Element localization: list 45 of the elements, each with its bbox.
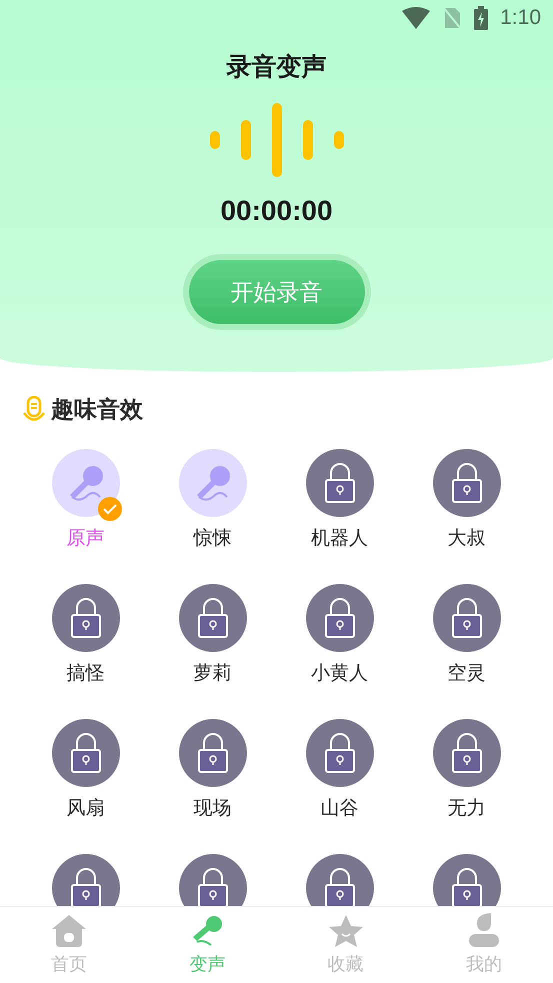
effect-label: 小黄人 <box>311 661 368 686</box>
lock-icon <box>70 597 102 639</box>
lock-icon <box>450 462 482 504</box>
wifi-icon <box>402 7 430 29</box>
lock-icon <box>324 597 356 639</box>
check-icon <box>98 497 122 521</box>
lock-icon <box>196 732 228 774</box>
voice-effect-button[interactable] <box>306 854 374 906</box>
effect-label: 风扇 <box>66 796 104 821</box>
effect-label: 萝莉 <box>194 661 232 686</box>
lock-icon <box>450 597 482 639</box>
home-icon <box>52 915 86 947</box>
effect-label: 空灵 <box>448 661 486 686</box>
effect-label: 无力 <box>448 796 486 821</box>
microphone-icon <box>191 915 224 947</box>
effect-label: 惊悚 <box>194 526 232 551</box>
effect-label: 搞怪 <box>66 661 104 686</box>
status-time: 1:10 <box>500 6 541 30</box>
lock-icon <box>324 462 356 504</box>
lock-icon <box>196 597 228 639</box>
nav-tab[interactable]: 首页 <box>0 907 138 983</box>
star-icon <box>328 915 363 947</box>
voice-effect-button[interactable] <box>432 854 500 906</box>
effect-label: 机器人 <box>311 526 368 551</box>
effect-label: 现场 <box>194 796 232 821</box>
nav-tab[interactable]: 我的 <box>414 907 553 983</box>
effect-label: 山谷 <box>320 796 358 821</box>
sound-wave-icon <box>210 103 344 177</box>
section-title: 趣味音效 <box>51 396 143 425</box>
nav-tab[interactable]: 变声 <box>138 907 276 983</box>
user-icon <box>468 913 499 947</box>
recording-timer: 00:00:00 <box>220 195 333 227</box>
nav-tab[interactable]: 收藏 <box>276 907 415 983</box>
microphone-icon <box>22 396 46 424</box>
page-title: 录音变声 <box>226 51 326 83</box>
lock-icon <box>70 732 102 774</box>
start-recording-button[interactable]: 开始录音 <box>188 260 364 324</box>
lock-icon <box>324 732 356 774</box>
effect-label: 大叔 <box>448 526 486 551</box>
battery-icon <box>474 6 488 30</box>
voice-effect-button[interactable] <box>52 854 120 906</box>
effect-label: 原声 <box>66 526 104 551</box>
lock-icon <box>450 732 482 774</box>
no-sim-icon <box>442 6 462 30</box>
voice-effect-button[interactable] <box>178 854 246 906</box>
